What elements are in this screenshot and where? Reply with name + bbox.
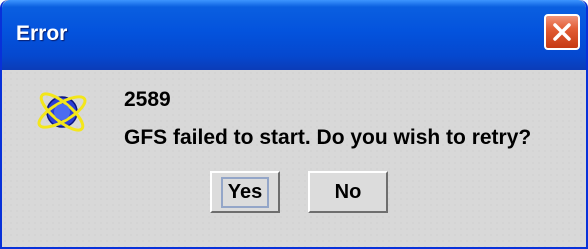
close-button[interactable]	[544, 14, 580, 50]
error-dialog: Error 2589 GFS failed to start. Do you w…	[0, 0, 588, 249]
yes-button[interactable]: Yes	[210, 171, 280, 213]
close-x-icon	[553, 23, 571, 41]
error-code: 2589	[124, 88, 171, 111]
yes-button-label: Yes	[220, 176, 270, 208]
no-button[interactable]: No	[308, 171, 388, 213]
atom-orbit-icon	[37, 92, 87, 132]
dialog-body: 2589 GFS failed to start. Do you wish to…	[2, 70, 586, 247]
dialog-title: Error	[16, 22, 68, 45]
error-message: GFS failed to start. Do you wish to retr…	[124, 126, 532, 149]
no-button-label: No	[334, 180, 362, 203]
title-bar[interactable]: Error	[2, 0, 586, 70]
